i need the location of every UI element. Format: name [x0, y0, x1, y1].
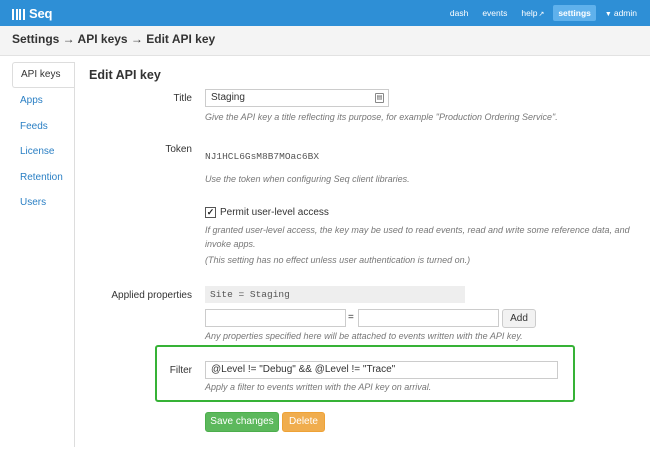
sidebar-divider: [74, 62, 75, 447]
permit-user-level-label[interactable]: Permit user-level access: [220, 207, 329, 218]
nav-events[interactable]: events: [477, 5, 512, 21]
delete-button[interactable]: Delete: [282, 412, 325, 432]
sidebar-item-apps[interactable]: Apps: [12, 88, 74, 114]
main-nav: dash events help↗ settings ▼ admin: [441, 5, 642, 21]
sidebar-item-users[interactable]: Users: [12, 190, 74, 216]
property-value-input[interactable]: [358, 309, 499, 327]
nav-help[interactable]: help↗: [516, 5, 549, 21]
title-label: Title: [173, 93, 192, 104]
existing-property: Site = Staging: [205, 286, 465, 303]
sidebar-item-api-keys[interactable]: API keys: [12, 62, 74, 88]
add-property-button[interactable]: Add: [502, 309, 536, 328]
filter-input[interactable]: @Level != "Debug" && @Level != "Trace": [205, 361, 558, 379]
sidebar-item-feeds[interactable]: Feeds: [12, 114, 74, 140]
property-name-input[interactable]: [205, 309, 346, 327]
top-navbar: Seq dash events help↗ settings ▼ admin: [0, 0, 650, 26]
nav-dash[interactable]: dash: [445, 5, 473, 21]
title-input-value: Staging: [211, 92, 245, 103]
nav-settings[interactable]: settings: [553, 5, 596, 21]
breadcrumb: Settings → API keys → Edit API key: [12, 32, 216, 46]
token-value: NJ1HCL6GsM8B7MOac6BX: [205, 151, 320, 162]
token-help: Use the token when configuring Seq clien…: [205, 174, 410, 184]
sidebar-item-retention[interactable]: Retention: [12, 165, 74, 191]
field-menu-icon[interactable]: ▤: [375, 93, 384, 103]
filter-help: Apply a filter to events written with th…: [205, 382, 432, 392]
permit-user-level-checkbox[interactable]: ✓: [205, 207, 216, 218]
nav-admin-menu[interactable]: ▼ admin: [600, 5, 642, 21]
logo-text: Seq: [29, 6, 53, 21]
sidebar-item-license[interactable]: License: [12, 139, 74, 165]
external-link-icon: ↗: [538, 11, 545, 18]
permit-help: If granted user-level access, the key ma…: [205, 225, 630, 249]
token-label: Token: [165, 144, 192, 155]
filter-label: Filter: [169, 365, 192, 376]
title-help: Give the API key a title reflecting its …: [205, 112, 558, 122]
permit-note: (This setting has no effect unless user …: [205, 255, 471, 265]
settings-sidebar: API keys Apps Feeds License Retention Us…: [12, 62, 74, 216]
equals-sign: =: [348, 312, 354, 323]
logo-bars-icon: [12, 8, 26, 20]
applied-properties-label: Applied properties: [111, 290, 192, 301]
applied-properties-help: Any properties specified here will be at…: [205, 331, 523, 341]
nav-admin-label: admin: [613, 8, 637, 18]
save-changes-button[interactable]: Save changes: [205, 412, 279, 432]
title-input[interactable]: Staging ▤: [205, 89, 389, 107]
nav-help-label: help: [521, 8, 538, 18]
caret-down-icon: ▼: [604, 11, 612, 18]
page-title: Edit API key: [89, 68, 161, 82]
breadcrumb-bar: Settings → API keys → Edit API key: [0, 26, 650, 56]
seq-logo[interactable]: Seq: [12, 6, 52, 21]
